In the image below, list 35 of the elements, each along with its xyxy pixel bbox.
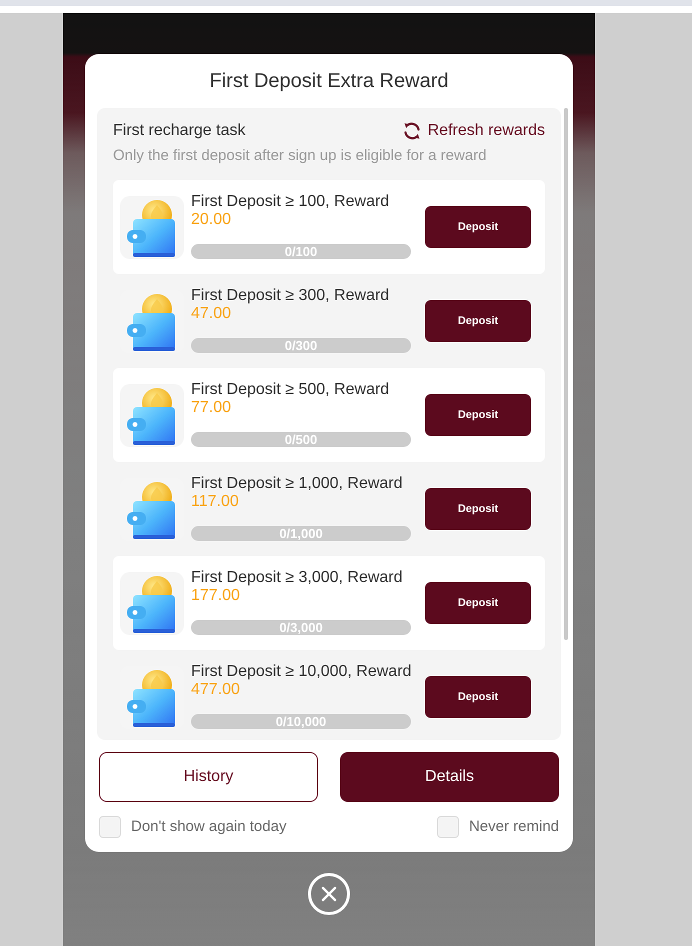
wallet-icon <box>120 196 184 258</box>
deposit-button[interactable]: Deposit <box>425 300 531 342</box>
close-icon <box>321 886 337 902</box>
reward-title: First Deposit ≥ 100, Reward <box>191 193 390 211</box>
close-button[interactable] <box>308 873 350 915</box>
checkbox[interactable] <box>99 816 121 838</box>
task-title: First recharge task <box>113 121 246 141</box>
refresh-icon <box>402 121 422 141</box>
reward-title: First Deposit ≥ 500, Reward <box>191 381 390 399</box>
refresh-rewards-button[interactable]: Refresh rewards <box>402 120 545 142</box>
checkbox-label: Never remind <box>468 817 559 837</box>
reward-amount: 177.00 <box>191 587 241 605</box>
reward-amount: 47.00 <box>191 305 232 323</box>
reward-title: First Deposit ≥ 1,000, Reward <box>191 475 404 493</box>
wallet-icon <box>120 384 184 446</box>
checkbox[interactable] <box>436 816 459 838</box>
reward-amount: 477.00 <box>191 681 241 699</box>
dialog-title: First Deposit Extra Reward <box>208 69 450 94</box>
reward-amount: 77.00 <box>191 399 232 417</box>
reward-amount: 117.00 <box>191 493 240 511</box>
reward-amount: 20.00 <box>191 211 232 229</box>
details-button[interactable]: Details <box>340 752 559 802</box>
deposit-button[interactable]: Deposit <box>425 206 531 248</box>
deposit-button[interactable]: Deposit <box>425 394 531 436</box>
deposit-button[interactable]: Deposit <box>425 582 531 624</box>
deposit-button[interactable]: Deposit <box>425 488 531 530</box>
scrollbar[interactable] <box>564 108 568 640</box>
deposit-button[interactable]: Deposit <box>425 676 531 718</box>
task-note: Only the first deposit after sign up is eligible for a reward <box>113 146 488 166</box>
reward-title: First Deposit ≥ 10,000, Reward <box>191 663 412 681</box>
reward-title: First Deposit ≥ 3,000, Reward <box>191 569 404 587</box>
history-button[interactable]: History <box>99 752 318 802</box>
wallet-icon <box>120 572 184 634</box>
reward-title: First Deposit ≥ 300, Reward <box>191 287 390 305</box>
checkbox-label: Don't show again today <box>131 817 286 837</box>
